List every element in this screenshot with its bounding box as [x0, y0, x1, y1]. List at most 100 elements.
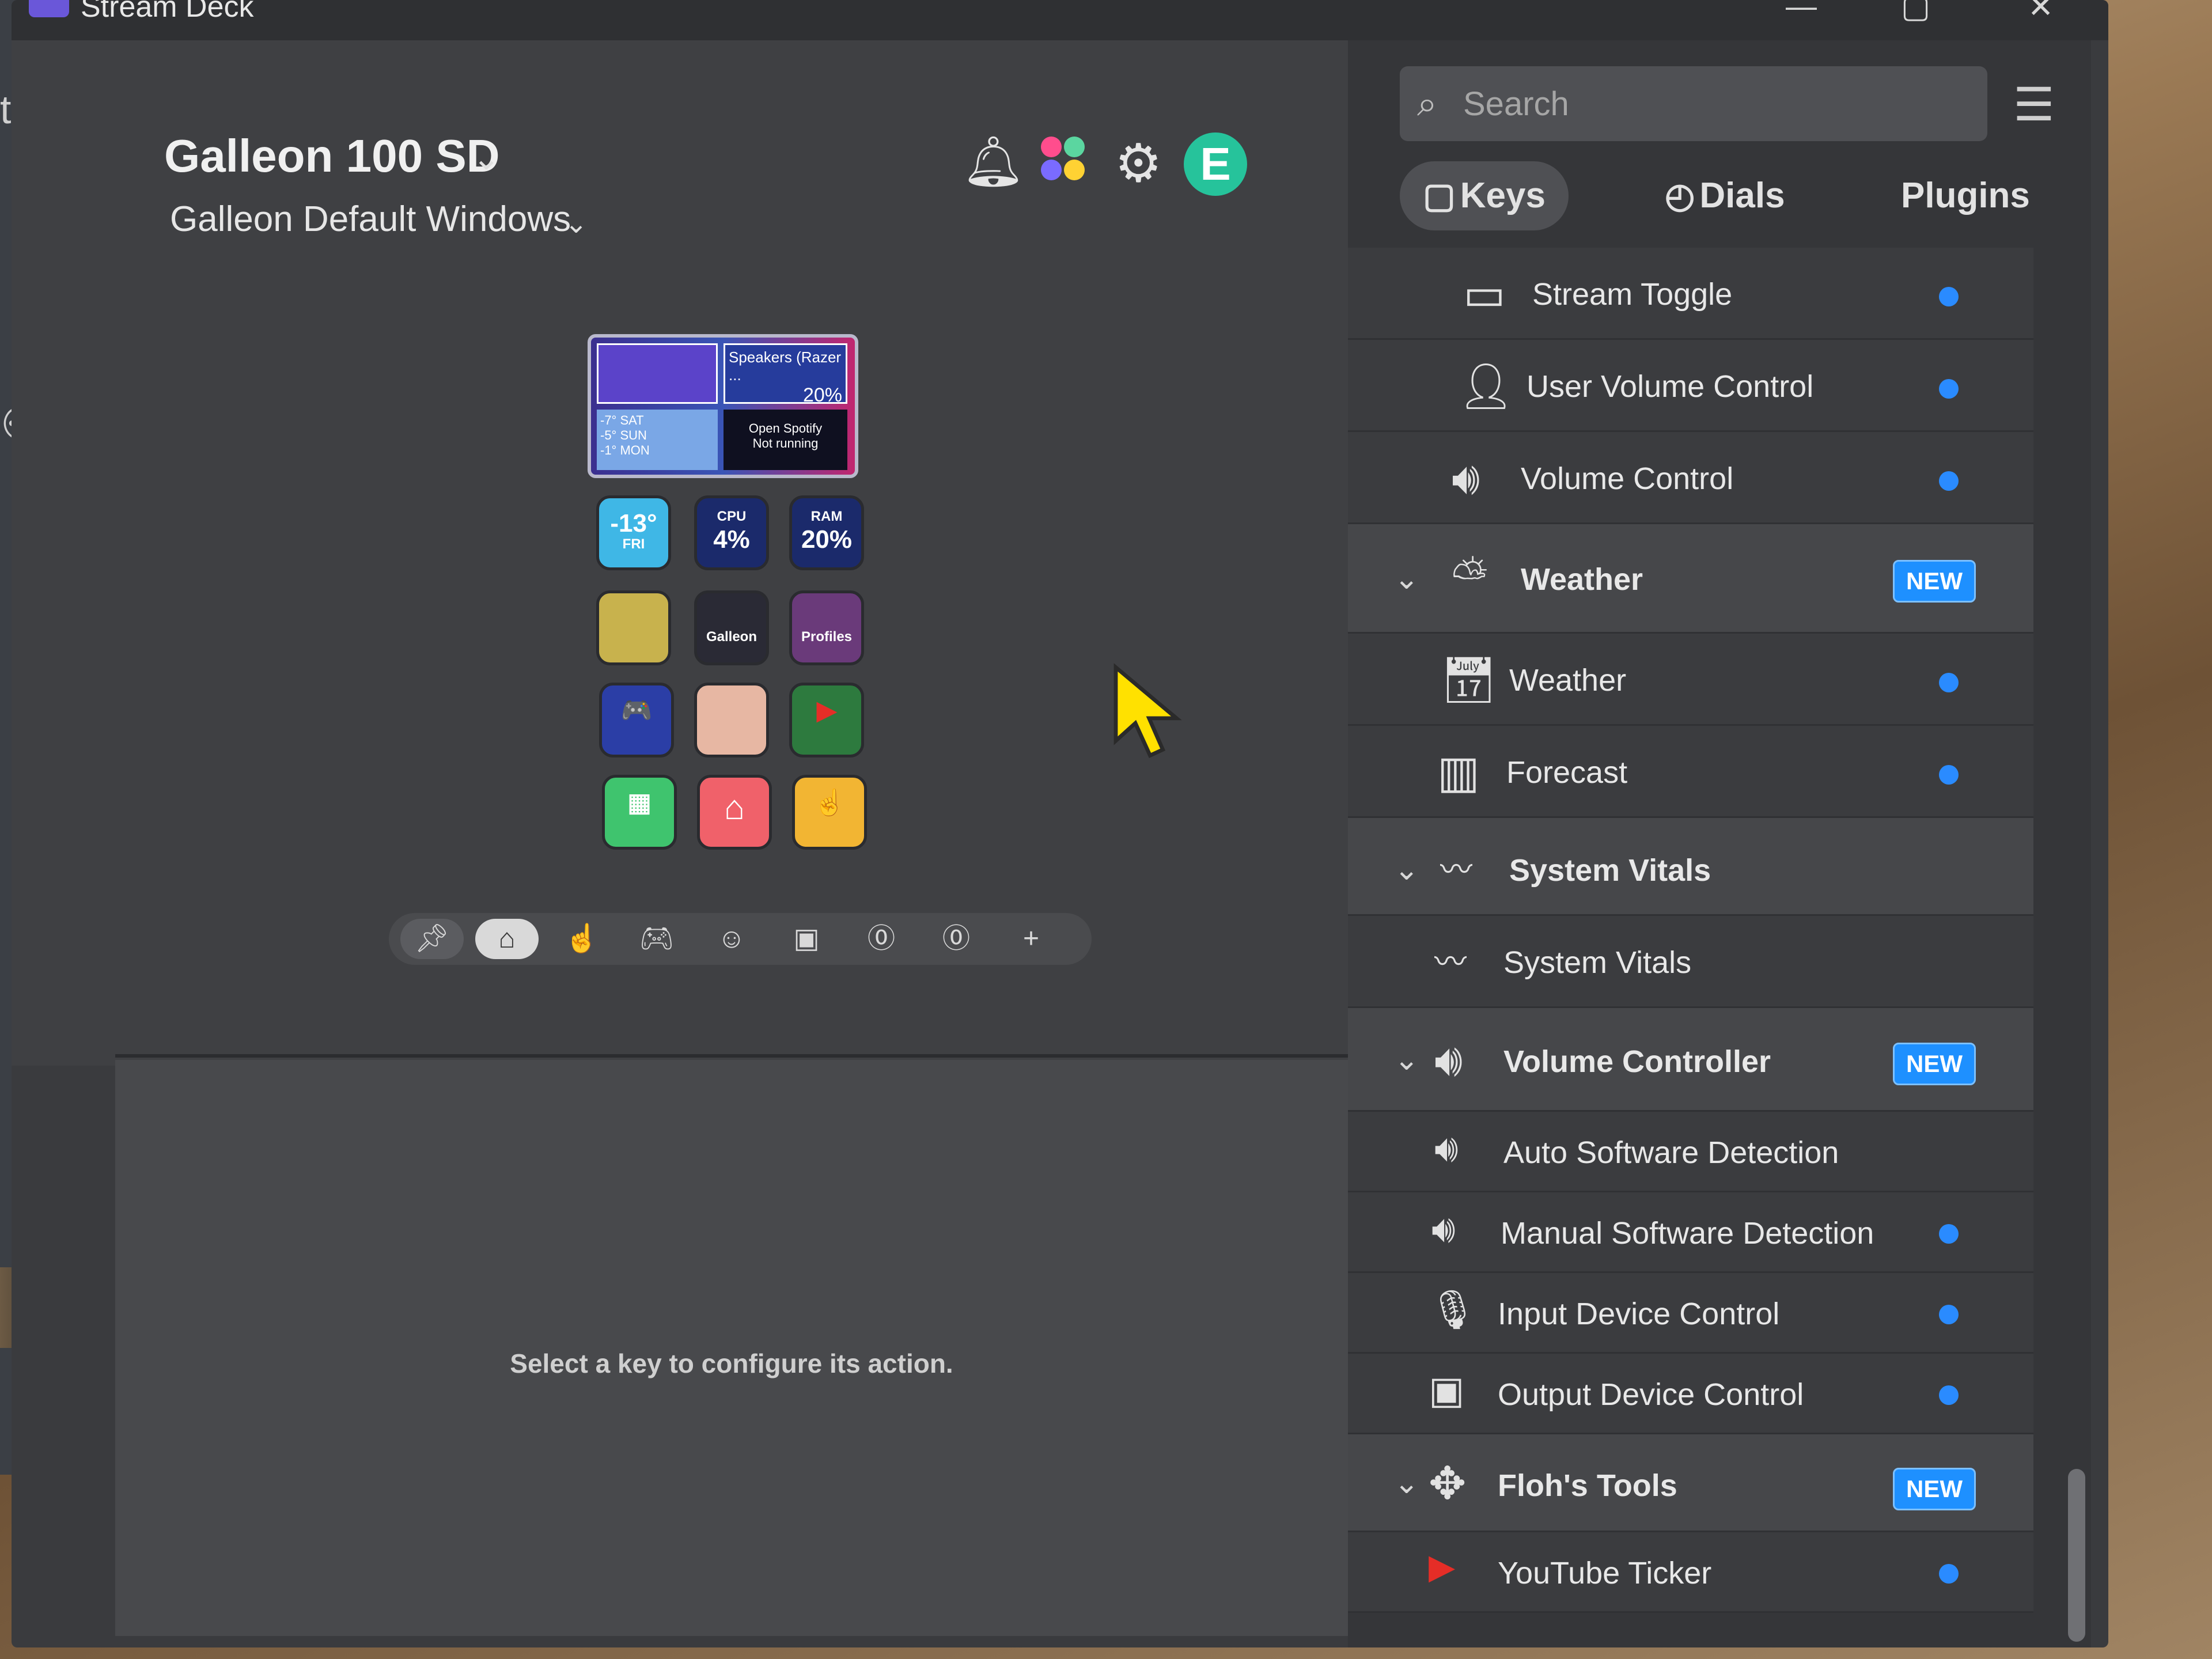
action-label: Auto Software Detection [1503, 1135, 1839, 1170]
pin-icon[interactable]: 📌︎ [400, 919, 464, 959]
new-dot [1939, 379, 1959, 399]
lcd-touch-strip[interactable]: Speakers (Razer ... 20% -7° SAT -5° SUN … [588, 334, 858, 478]
action-item[interactable]: 🎙︎ Input Device Control [1348, 1273, 2033, 1354]
page-bar: 📌︎ ⌂ ☝ 🎮︎ ☺ ▣ ⓪ ⓪ + [389, 913, 1092, 965]
empty-state-hint: Select a key to configure its action. [510, 1349, 953, 1378]
key-sublabel: Galleon [706, 629, 757, 645]
stream-deck-window: Stream Deck — ▢ ✕ Galleon 100 SD ⌄ Galle… [12, 0, 2108, 1647]
touch-icon: ☝ [813, 789, 846, 817]
chevron-down-icon[interactable]: ⌄ [1394, 1466, 1419, 1501]
category-volume-controller[interactable]: ⌄ 🔊︎ Volume Controller NEW [1348, 1008, 2033, 1112]
action-item[interactable]: 🔊︎ Auto Software Detection [1348, 1112, 2033, 1192]
search-input[interactable] [1463, 81, 1970, 127]
avatar[interactable]: E [1184, 132, 1247, 196]
smile-icon[interactable]: ☺ [700, 919, 763, 959]
tab-plugins[interactable]: Plugins [1901, 161, 2030, 230]
background-window-text: t [0, 87, 12, 132]
action-label: Stream Toggle [1532, 277, 1733, 312]
device-selector[interactable]: Galleon 100 SD [164, 130, 499, 183]
key-apps[interactable]: ▦ [602, 775, 677, 850]
lcd-speakers-label: Speakers (Razer ... [729, 349, 842, 384]
action-label: System Vitals [1503, 945, 1692, 980]
new-dot [1939, 1305, 1959, 1324]
close-icon[interactable]: ✕ [2028, 0, 2054, 25]
maximize-icon[interactable]: ▢ [1901, 0, 1930, 25]
key-ram[interactable]: RAM 20% [789, 495, 864, 570]
key-label [697, 593, 766, 606]
key-gamepad[interactable]: 🎮 [599, 683, 674, 757]
manual-detection-icon: 🔊︎ [1431, 1207, 1456, 1250]
lcd-tile-volume[interactable]: Speakers (Razer ... 20% [724, 343, 847, 406]
action-item[interactable]: ▥ Forecast [1348, 726, 2033, 818]
key-galleon[interactable]: Galleon [694, 590, 769, 665]
key-download-profiles[interactable]: Profiles [789, 590, 864, 665]
gamepad-icon[interactable]: 🎮︎ [625, 919, 688, 959]
category-system-vitals[interactable]: ⌄ 〰 System Vitals [1348, 818, 2033, 916]
twitch-icon[interactable]: ▣ [775, 919, 838, 959]
chevron-down-icon[interactable]: ⌄ [1394, 1043, 1419, 1077]
new-dot [1939, 1385, 1959, 1405]
tab-dials[interactable]: ◴ Dials [1665, 161, 1785, 230]
action-label: Input Device Control [1498, 1297, 1780, 1331]
app-icon [29, 0, 69, 17]
action-item[interactable]: 〰 System Vitals [1348, 916, 2033, 1008]
lcd-tile-weather[interactable]: -7° SAT -5° SUN -1° MON [597, 410, 718, 470]
new-dot [1939, 673, 1959, 692]
key-home[interactable]: ⌂ [697, 775, 772, 850]
action-item[interactable]: 👤︎ User Volume Control [1348, 340, 2033, 432]
touch-icon[interactable]: ☝ [550, 919, 613, 959]
lcd-tile-apps[interactable] [597, 343, 718, 404]
dial-icon: ◴ [1665, 176, 1695, 215]
page-0-icon[interactable]: ⓪ [925, 919, 988, 959]
chevron-down-icon[interactable]: ⌄ [565, 207, 588, 240]
action-item[interactable]: ▶ YouTube Ticker [1348, 1532, 2033, 1613]
key-sticker[interactable] [694, 683, 769, 757]
key-label [697, 685, 766, 698]
pane-divider[interactable] [115, 1054, 1354, 1058]
system-vitals-icon: 〰 [1440, 851, 1472, 888]
user-volume-icon: 👤︎ [1457, 361, 1515, 411]
search-box[interactable]: ⌕ [1400, 66, 1987, 141]
key-sublabel: FRI [622, 536, 645, 552]
action-label: Manual Software Detection [1501, 1216, 1874, 1251]
chevron-down-icon[interactable]: ⌄ [1394, 853, 1419, 887]
key-sublabel: CPU [717, 509, 747, 524]
key-touch[interactable]: ☝ [792, 775, 867, 850]
key-youtube[interactable]: ▶ [789, 683, 864, 757]
page-0-icon[interactable]: ⓪ [850, 919, 913, 959]
action-label: User Volume Control [1527, 369, 1814, 404]
auto-detection-icon: 🔊︎ [1434, 1127, 1459, 1169]
action-label: Weather [1509, 663, 1627, 698]
action-item[interactable]: 🔊︎ Manual Software Detection [1348, 1192, 2033, 1273]
profile-selector[interactable]: Galleon Default Windows [170, 199, 571, 240]
key-folder[interactable] [596, 590, 671, 665]
marketplace-icon[interactable] [1037, 132, 1089, 187]
action-item[interactable]: 📅︎ Weather [1348, 634, 2033, 726]
category-label: Floh's Tools [1498, 1468, 1677, 1503]
minimize-icon[interactable]: — [1786, 0, 1817, 24]
list-view-icon[interactable]: ☰ [2013, 78, 2055, 131]
category-flohs-tools[interactable]: ⌄ ✥ Floh's Tools NEW [1348, 1434, 2033, 1532]
category-weather[interactable]: ⌄ ⛅︎ Weather NEW [1348, 524, 2033, 634]
lcd-weather-day: -7° SAT [600, 413, 644, 427]
action-label: YouTube Ticker [1498, 1556, 1712, 1590]
gear-icon[interactable]: ⚙ [1115, 132, 1162, 194]
chevron-down-icon[interactable]: ⌄ [472, 138, 501, 177]
add-page-icon[interactable]: + [999, 919, 1063, 959]
action-item[interactable]: ▭ Stream Toggle [1348, 248, 2033, 340]
scrollbar[interactable] [2068, 1469, 2085, 1642]
action-label: Output Device Control [1498, 1377, 1804, 1412]
new-badge: NEW [1893, 1043, 1976, 1085]
tab-keys[interactable]: ▢ Keys [1400, 161, 1569, 230]
key-sublabel: Profiles [801, 629, 853, 645]
action-item[interactable]: 🔊︎ Volume Control [1348, 432, 2033, 524]
lcd-tile-spotify[interactable]: Open Spotify Not running [724, 410, 847, 470]
key-cpu[interactable]: CPU 4% [694, 495, 769, 570]
key-weather[interactable]: -13° FRI [596, 495, 671, 570]
chevron-down-icon[interactable]: ⌄ [1394, 562, 1419, 596]
action-item[interactable]: ▣ Output Device Control [1348, 1354, 2033, 1434]
bell-icon[interactable]: 🔔︎ [962, 132, 1025, 191]
home-icon[interactable]: ⌂ [475, 919, 539, 959]
new-dot [1939, 765, 1959, 785]
action-tabs: ▢ Keys ◴ Dials Plugins [1400, 161, 2033, 230]
